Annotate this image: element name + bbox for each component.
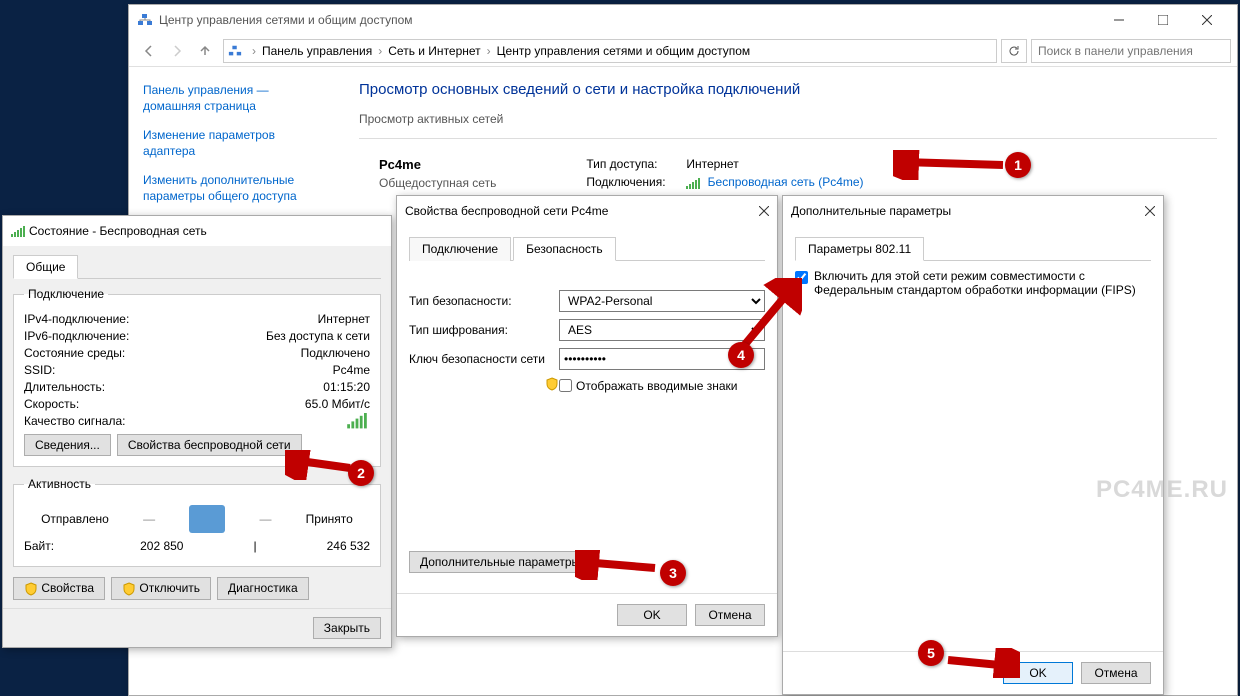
ok-button[interactable]: OK (1003, 662, 1073, 684)
show-chars-checkbox[interactable] (559, 379, 572, 392)
dialog-title: Состояние - Беспроводная сеть (29, 224, 207, 238)
access-type-value: Интернет (686, 157, 738, 171)
breadcrumb-part[interactable]: Панель управления (262, 44, 372, 58)
active-networks-label: Просмотр активных сетей (359, 112, 1217, 126)
signal-icon (11, 225, 25, 237)
dialog-titlebar: Дополнительные параметры (783, 196, 1163, 226)
security-type-label: Тип безопасности: (409, 294, 559, 308)
ipv6-value: Без доступа к сети (266, 329, 370, 343)
network-icon (137, 12, 153, 28)
sent-label: Отправлено (41, 512, 109, 526)
tab-general[interactable]: Общие (13, 255, 78, 279)
refresh-button[interactable] (1001, 39, 1027, 63)
tab-80211[interactable]: Параметры 802.11 (795, 237, 924, 261)
connections-label: Подключения: (586, 175, 686, 189)
network-icon (228, 44, 242, 58)
search-input[interactable] (1031, 39, 1231, 63)
fips-label: Включить для этой сети режим совместимос… (814, 269, 1151, 297)
media-label: Состояние среды: (24, 346, 125, 360)
close-icon[interactable] (1145, 206, 1155, 216)
security-type-select[interactable]: WPA2-Personal (559, 290, 765, 312)
sidebar-sharing-link[interactable]: Изменить дополнительные параметры общего… (143, 173, 325, 204)
tab-connection[interactable]: Подключение (409, 237, 511, 261)
duration-value: 01:15:20 (323, 380, 370, 394)
network-name: Pc4me (379, 157, 496, 172)
maximize-button[interactable] (1141, 6, 1185, 34)
diagnose-button[interactable]: Диагностика (217, 577, 309, 600)
dialog-titlebar: Состояние - Беспроводная сеть (3, 216, 391, 246)
encryption-select[interactable]: AES (559, 319, 765, 341)
navbar: › Панель управления › Сеть и Интернет › … (129, 35, 1237, 67)
minimize-button[interactable] (1097, 6, 1141, 34)
cancel-button[interactable]: Отмена (1081, 662, 1151, 684)
ipv6-label: IPv6-подключение: (24, 329, 129, 343)
bytes-label: Байт: (24, 539, 54, 553)
signal-icon (686, 177, 700, 189)
advanced-params-dialog: Дополнительные параметры Параметры 802.1… (782, 195, 1164, 695)
advanced-params-button[interactable]: Дополнительные параметры (409, 551, 591, 573)
disable-button[interactable]: Отключить (111, 577, 211, 600)
sidebar-adapter-link[interactable]: Изменение параметров адаптера (143, 128, 325, 159)
ok-button[interactable]: OK (617, 604, 687, 626)
breadcrumb-part[interactable]: Центр управления сетями и общим доступом (497, 44, 751, 58)
ssid-label: SSID: (24, 363, 55, 377)
forward-button[interactable] (163, 38, 191, 64)
page-heading: Просмотр основных сведений о сети и наст… (359, 81, 1217, 98)
sidebar-home-link[interactable]: Панель управления — домашняя страница (143, 83, 325, 114)
ipv4-label: IPv4-подключение: (24, 312, 129, 326)
properties-button[interactable]: Свойства (13, 577, 105, 600)
received-label: Принято (306, 512, 353, 526)
ipv4-value: Интернет (318, 312, 370, 326)
network-type: Общедоступная сеть (379, 176, 496, 190)
dialog-titlebar: Свойства беспроводной сети Pc4me (397, 196, 777, 226)
close-button[interactable] (1185, 6, 1229, 34)
shield-icon (545, 377, 559, 391)
wifi-properties-dialog: Свойства беспроводной сети Pc4me Подключ… (396, 195, 778, 637)
bytes-sent: 202 850 (140, 539, 183, 553)
wireless-properties-button[interactable]: Свойства беспроводной сети (117, 434, 302, 456)
speed-label: Скорость: (24, 397, 79, 411)
cancel-button[interactable]: Отмена (695, 604, 765, 626)
media-value: Подключено (301, 346, 370, 360)
security-key-input[interactable] (559, 348, 765, 370)
access-type-label: Тип доступа: (586, 157, 686, 171)
computer-icon (189, 505, 225, 533)
speed-value: 65.0 Мбит/с (305, 397, 370, 411)
show-chars-label: Отображать вводимые знаки (576, 379, 737, 393)
tab-security[interactable]: Безопасность (513, 237, 616, 261)
titlebar: Центр управления сетями и общим доступом (129, 5, 1237, 35)
signal-icon (347, 412, 367, 429)
breadcrumb[interactable]: › Панель управления › Сеть и Интернет › … (223, 39, 997, 63)
close-button[interactable]: Закрыть (313, 617, 381, 639)
bytes-received: 246 532 (327, 539, 370, 553)
quality-label: Качество сигнала: (24, 414, 125, 428)
fips-checkbox[interactable] (795, 271, 808, 284)
up-button[interactable] (191, 38, 219, 64)
duration-label: Длительность: (24, 380, 105, 394)
dialog-title: Дополнительные параметры (791, 204, 951, 218)
connection-group-label: Подключение (24, 287, 108, 301)
window-title: Центр управления сетями и общим доступом (159, 13, 413, 27)
ssid-value: Pc4me (333, 363, 370, 377)
encryption-label: Тип шифрования: (409, 323, 559, 337)
dialog-title: Свойства беспроводной сети Pc4me (405, 204, 608, 218)
close-icon[interactable] (759, 206, 769, 216)
connection-link[interactable]: Беспроводная сеть (Pc4me) (708, 175, 864, 189)
security-key-label: Ключ безопасности сети (409, 352, 559, 366)
back-button[interactable] (135, 38, 163, 64)
details-button[interactable]: Сведения... (24, 434, 111, 456)
activity-group-label: Активность (24, 477, 95, 491)
wifi-status-dialog: Состояние - Беспроводная сеть Общие Подк… (2, 215, 392, 648)
breadcrumb-part[interactable]: Сеть и Интернет (388, 44, 480, 58)
